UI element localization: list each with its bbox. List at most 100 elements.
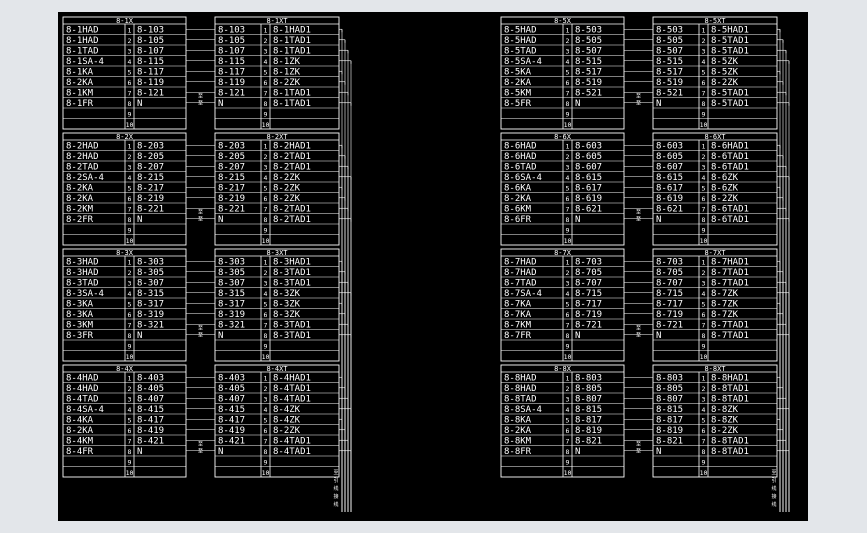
cell-device: 8-1FR — [66, 99, 94, 109]
cell-wire: 8-315 — [137, 289, 164, 299]
cell-wire: 8-417 — [218, 416, 245, 426]
terminal-number: 10 — [564, 469, 572, 477]
terminal-number: 5 — [264, 69, 268, 77]
terminal-number: 9 — [566, 111, 570, 119]
terminal-number: 9 — [566, 343, 570, 351]
cell-wire: 8-217 — [137, 184, 164, 194]
cell-wire: 8-317 — [218, 300, 245, 310]
terminal-number: 3 — [264, 396, 268, 404]
cell-wire: 8-407 — [218, 395, 245, 405]
cell-device: 8-8TAD1 — [711, 447, 749, 457]
cell-wire: 8-621 — [656, 205, 683, 215]
cell-wire: 8-319 — [137, 310, 164, 320]
terminal-number: 5 — [264, 301, 268, 309]
cell-device: 8-2KA — [66, 184, 94, 194]
terminal-number: 7 — [264, 438, 268, 446]
cell-device: 8-6ZK — [711, 173, 739, 183]
terminal-number: 9 — [264, 111, 268, 119]
mid-tag: 至 — [636, 326, 641, 332]
terminal-number: 6 — [264, 427, 268, 435]
table-title: 8-1X — [116, 17, 134, 25]
cell-wire: 8-217 — [218, 184, 245, 194]
cell-device: 8-2ZK — [273, 78, 301, 88]
cell-device: 8-3ZK — [273, 300, 301, 310]
cell-wire: 8-203 — [218, 142, 245, 152]
cell-device: 8-2ZK — [711, 78, 739, 88]
cell-wire: 8-605 — [575, 152, 602, 162]
cell-device: 8-1TAD1 — [273, 99, 311, 109]
cell-device: 8-7KA — [504, 300, 532, 310]
mid-tag: 至 — [198, 210, 203, 216]
terminal-number: 10 — [700, 469, 708, 477]
cell-wire: 8-817 — [575, 416, 602, 426]
cell-wire: 8-315 — [218, 289, 245, 299]
cell-device: 8-7TAD1 — [711, 321, 749, 331]
terminal-number: 6 — [128, 79, 132, 87]
cell-device: 8-3TAD1 — [273, 279, 311, 289]
terminal-number: 4 — [264, 174, 268, 182]
cell-wire: 8-221 — [218, 205, 245, 215]
terminal-number: 2 — [264, 37, 268, 45]
terminal-number: 6 — [702, 427, 706, 435]
cell-device: 8-6HAD — [504, 142, 537, 152]
terminal-number: 8 — [566, 332, 570, 340]
cell-wire: N — [656, 215, 661, 225]
cell-device: 8-1TAD1 — [273, 47, 311, 57]
terminal-number: 8 — [702, 216, 706, 224]
terminal-number: 6 — [128, 311, 132, 319]
terminal-number: 10 — [126, 121, 134, 129]
cell-device: 8-6TAD1 — [711, 205, 749, 215]
cell-wire: 8-503 — [656, 26, 683, 36]
terminal-number: 2 — [702, 37, 706, 45]
terminal-number: 7 — [128, 90, 132, 98]
terminal-number: 8 — [128, 216, 132, 224]
cell-wire: 8-507 — [656, 47, 683, 57]
cell-wire: 8-617 — [575, 184, 602, 194]
cell-device: 8-8ZK — [711, 416, 739, 426]
terminal-number: 9 — [264, 459, 268, 467]
side-note-char: 线 — [333, 485, 338, 492]
table-title: 8-2XT — [266, 133, 288, 141]
terminal-number: 1 — [128, 259, 132, 267]
terminal-number: 9 — [128, 227, 132, 235]
mid-tag: 至 — [198, 217, 203, 223]
terminal-number: 7 — [264, 322, 268, 330]
cell-wire: 8-519 — [575, 78, 602, 88]
terminal-number: 5 — [128, 301, 132, 309]
cell-wire: 8-421 — [137, 437, 164, 447]
cell-wire: N — [575, 331, 580, 341]
cell-wire: 8-105 — [137, 36, 164, 46]
cell-wire: 8-117 — [137, 68, 164, 78]
table-title: 8-7XT — [704, 249, 726, 257]
terminal-number: 9 — [702, 227, 706, 235]
table-title: 8-3X — [116, 249, 134, 257]
terminal-number: 4 — [264, 406, 268, 414]
terminal-number: 8 — [566, 216, 570, 224]
cell-wire: 8-717 — [575, 300, 602, 310]
cell-device: 8-4TAD — [66, 395, 99, 405]
cell-device: 8-7TAD1 — [711, 268, 749, 278]
terminal-number: 9 — [128, 343, 132, 351]
terminal-number: 1 — [566, 143, 570, 151]
terminal-number: 7 — [702, 438, 706, 446]
side-note-char: 接 — [771, 493, 776, 500]
terminal-number: 6 — [264, 79, 268, 87]
terminal-number: 3 — [702, 164, 706, 172]
table-title: 8-4XT — [266, 365, 288, 373]
cell-device: 8-8ZK — [711, 405, 739, 415]
side-note-char: 至 — [771, 470, 776, 476]
cell-wire: 8-517 — [575, 68, 602, 78]
terminal-number: 9 — [264, 343, 268, 351]
cell-device: 8-1SA-4 — [66, 57, 104, 67]
terminal-number: 1 — [264, 27, 268, 35]
terminal-number: 1 — [702, 27, 706, 35]
drawing-sheet: 8-1X 8-1XT 8-1HAD 1 8-103 8-103 1 8-1HAD1 8-1HAD… — [58, 12, 808, 521]
terminal-number: 4 — [128, 174, 132, 182]
terminal-number: 10 — [262, 469, 270, 477]
cell-device: 8-2ZK — [273, 194, 301, 204]
terminal-number: 6 — [264, 195, 268, 203]
terminal-number: 4 — [702, 290, 706, 298]
terminal-number: 5 — [566, 417, 570, 425]
terminal-number: 9 — [128, 111, 132, 119]
cell-device: 8-5TAD1 — [711, 89, 749, 99]
